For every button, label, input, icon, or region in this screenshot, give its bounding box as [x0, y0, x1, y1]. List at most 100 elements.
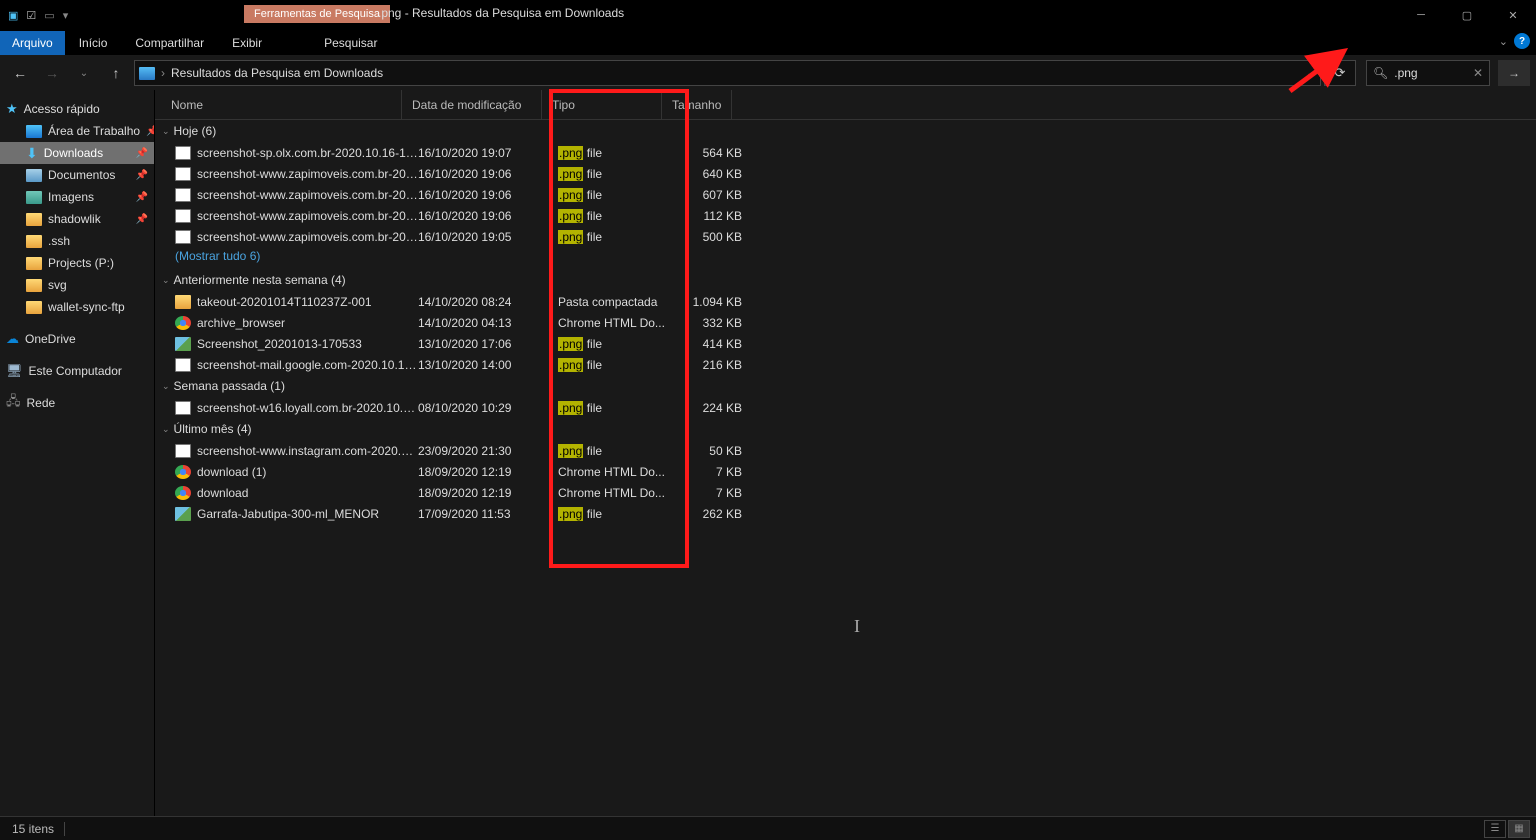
search-highlight: .png: [558, 507, 583, 521]
file-row[interactable]: screenshot-www.zapimoveis.com.br-202...1…: [155, 163, 1536, 184]
maximize-button[interactable]: ▢: [1444, 0, 1490, 30]
back-button[interactable]: ←: [6, 59, 34, 87]
tab-home[interactable]: Início: [65, 31, 122, 55]
file-row[interactable]: Garrafa-Jabutipa-300-ml_MENOR17/09/2020 …: [155, 503, 1536, 524]
file-type: .png file: [558, 444, 678, 458]
sidebar-item-images[interactable]: Imagens📌: [0, 186, 154, 208]
sidebar-quick-access[interactable]: ★Acesso rápido: [0, 98, 154, 120]
minimize-button[interactable]: ─: [1398, 0, 1444, 30]
file-name: download (1): [197, 465, 418, 479]
close-button[interactable]: ✕: [1490, 0, 1536, 30]
tab-file[interactable]: Arquivo: [0, 31, 65, 55]
forward-button[interactable]: →: [38, 59, 66, 87]
sidebar-item-desktop[interactable]: Área de Trabalho📌: [0, 120, 154, 142]
tab-view[interactable]: Exibir: [218, 31, 276, 55]
tab-share[interactable]: Compartilhar: [121, 31, 218, 55]
file-row[interactable]: takeout-20201014T110237Z-00114/10/2020 0…: [155, 291, 1536, 312]
up-button[interactable]: ↑: [102, 59, 130, 87]
sidebar-item-projects[interactable]: Projects (P:): [0, 252, 154, 274]
refresh-button[interactable]: ⟳: [1324, 60, 1356, 86]
file-date: 18/09/2020 12:19: [418, 486, 558, 500]
file-row[interactable]: download18/09/2020 12:19Chrome HTML Do..…: [155, 482, 1536, 503]
file-date: 16/10/2020 19:05: [418, 230, 558, 244]
clear-search-icon[interactable]: ✕: [1473, 66, 1483, 80]
column-header-type[interactable]: Tipo: [542, 90, 662, 120]
file-type: Chrome HTML Do...: [558, 486, 678, 500]
file-row[interactable]: screenshot-www.zapimoveis.com.br-202...1…: [155, 184, 1536, 205]
file-icon: [175, 337, 191, 351]
file-size: 500 KB: [678, 230, 748, 244]
sidebar-item-wallet[interactable]: wallet-sync-ftp: [0, 296, 154, 318]
sidebar-item-onedrive[interactable]: ☁OneDrive: [0, 328, 154, 350]
group-header[interactable]: ⌄Anteriormente nesta semana (4): [155, 269, 1536, 291]
explorer-body: ★Acesso rápido Área de Trabalho📌 ⬇Downlo…: [0, 90, 1536, 816]
search-go-button[interactable]: →: [1498, 60, 1530, 86]
sidebar-item-network[interactable]: 🖧Rede: [0, 392, 154, 414]
address-bar[interactable]: › Resultados da Pesquisa em Downloads ⌄: [134, 60, 1321, 86]
file-date: 17/09/2020 11:53: [418, 507, 558, 521]
file-name: screenshot-www.zapimoveis.com.br-202...: [197, 230, 418, 244]
group-header[interactable]: ⌄Hoje (6): [155, 120, 1536, 142]
column-header-name[interactable]: Nome: [155, 90, 402, 120]
file-name: screenshot-www.zapimoveis.com.br-202...: [197, 167, 418, 181]
search-tools-context-tab[interactable]: Ferramentas de Pesquisa: [244, 5, 390, 23]
column-header-size[interactable]: Tamanho: [662, 90, 732, 120]
ribbon-collapse-icon[interactable]: ⌄: [1499, 35, 1508, 48]
file-row[interactable]: screenshot-www.zapimoveis.com.br-202...1…: [155, 226, 1536, 247]
sidebar-item-this-pc[interactable]: 🖥Este Computador: [0, 360, 154, 382]
file-type: .png file: [558, 507, 678, 521]
address-dropdown-icon[interactable]: ⌄: [1306, 68, 1314, 79]
recent-locations-icon[interactable]: ⌄: [70, 59, 98, 87]
group-header[interactable]: ⌄Semana passada (1): [155, 375, 1536, 397]
file-name: archive_browser: [197, 316, 418, 330]
file-name: takeout-20201014T110237Z-001: [197, 295, 418, 309]
search-box[interactable]: 🔍︎ .png ✕: [1366, 60, 1490, 86]
file-icon: [175, 507, 191, 521]
pin-icon: 📌: [136, 170, 148, 181]
help-icon[interactable]: ?: [1514, 33, 1530, 49]
folder-icon: [26, 279, 42, 292]
column-header-date[interactable]: Data de modificação: [402, 90, 542, 120]
file-date: 16/10/2020 19:07: [418, 146, 558, 160]
tab-search[interactable]: Pesquisar: [310, 31, 391, 55]
folder-icon: [26, 235, 42, 248]
file-name: Garrafa-Jabutipa-300-ml_MENOR: [197, 507, 418, 521]
search-query[interactable]: .png: [1394, 66, 1417, 80]
sidebar-item-downloads[interactable]: ⬇Downloads📌: [0, 142, 154, 164]
quick-access-toolbar: ▣ ☑ ▭ ▾: [0, 9, 76, 22]
sidebar-item-documents[interactable]: Documentos📌: [0, 164, 154, 186]
file-row[interactable]: screenshot-w16.loyall.com.br-2020.10.08-…: [155, 397, 1536, 418]
sidebar-item-ssh[interactable]: .ssh: [0, 230, 154, 252]
file-row[interactable]: screenshot-mail.google.com-2020.10.13-..…: [155, 354, 1536, 375]
file-icon: [175, 167, 191, 181]
file-size: 607 KB: [678, 188, 748, 202]
sidebar-item-label: Imagens: [48, 190, 94, 204]
pin-icon: 📌: [146, 126, 154, 137]
file-row[interactable]: screenshot-sp.olx.com.br-2020.10.16-19_.…: [155, 142, 1536, 163]
chevron-down-icon: ⌄: [162, 126, 170, 137]
folder-icon: [26, 213, 42, 226]
file-row[interactable]: screenshot-www.zapimoveis.com.br-202...1…: [155, 205, 1536, 226]
file-list-pane: Nome Data de modificação Tipo Tamanho ⌄H…: [155, 90, 1536, 816]
window-controls: ─ ▢ ✕: [1398, 0, 1536, 30]
search-highlight: .png: [558, 209, 583, 223]
properties-icon[interactable]: ▭: [44, 9, 54, 22]
file-row[interactable]: archive_browser14/10/2020 04:13Chrome HT…: [155, 312, 1536, 333]
view-large-icons-icon[interactable]: ▦: [1508, 820, 1530, 838]
file-size: 332 KB: [678, 316, 748, 330]
show-all-link[interactable]: (Mostrar tudo 6): [155, 247, 1536, 269]
pin-icon: 📌: [136, 214, 148, 225]
view-details-icon[interactable]: ☰: [1484, 820, 1506, 838]
file-row[interactable]: screenshot-www.instagram.com-2020.09...2…: [155, 440, 1536, 461]
search-highlight: .png: [558, 188, 583, 202]
checkbox-icon[interactable]: ☑: [26, 9, 36, 22]
sidebar-item-label: wallet-sync-ftp: [48, 300, 125, 314]
sidebar-item-svg[interactable]: svg: [0, 274, 154, 296]
file-row[interactable]: download (1)18/09/2020 12:19Chrome HTML …: [155, 461, 1536, 482]
group-header[interactable]: ⌄Último mês (4): [155, 418, 1536, 440]
qat-more-icon[interactable]: ▾: [63, 9, 69, 22]
search-icon: 🔍︎: [1373, 66, 1388, 80]
sidebar-item-shadowlik[interactable]: shadowlik📌: [0, 208, 154, 230]
breadcrumb[interactable]: Resultados da Pesquisa em Downloads: [171, 66, 383, 80]
file-row[interactable]: Screenshot_20201013-17053313/10/2020 17:…: [155, 333, 1536, 354]
